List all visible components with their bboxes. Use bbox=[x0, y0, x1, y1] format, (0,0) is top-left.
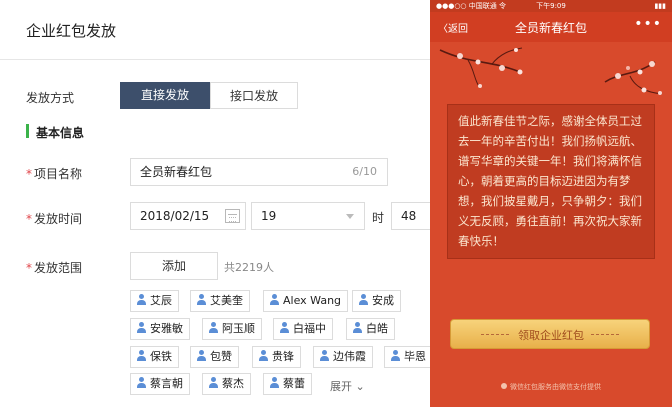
greeting-message: 值此新春佳节之际，感谢全体员工过去一年的辛苦付出！我们扬帆远航、谱写华章的关键一… bbox=[458, 114, 642, 248]
member-tag[interactable]: 蔡言朝 bbox=[130, 373, 190, 395]
date-value: 2018/02/15 bbox=[140, 209, 210, 223]
api-send-tab[interactable]: 接口发放 bbox=[210, 82, 298, 109]
blossom-decoration bbox=[439, 47, 663, 95]
page-title: 企业红包发放 bbox=[26, 22, 117, 40]
expand-link[interactable]: 展开 ⌄ bbox=[330, 378, 365, 394]
hour-select[interactable]: 19 bbox=[251, 202, 365, 230]
member-tag[interactable]: 安雅敏 bbox=[130, 318, 190, 340]
project-name-value: 全员新春红包 bbox=[140, 165, 213, 179]
member-tag[interactable]: 安成 bbox=[352, 290, 401, 312]
member-tag[interactable]: 包赞 bbox=[190, 346, 239, 368]
footer-note: 微信红包服务由微信支付提供 bbox=[430, 382, 672, 392]
member-tag[interactable]: 保铁 bbox=[130, 346, 179, 368]
member-count: 共2219人 bbox=[224, 261, 274, 274]
claim-label: 领取企业红包 bbox=[518, 329, 584, 342]
member-tag[interactable]: 艾美奎 bbox=[190, 290, 250, 312]
person-icon bbox=[259, 350, 268, 361]
status-time: 下午9:09 bbox=[536, 2, 566, 10]
person-icon bbox=[137, 322, 146, 333]
phone-preview: ●●●○○ 中国联通 令 下午9:09 ▮▮▮ 〈返回 全员新春红包 ••• 值… bbox=[430, 0, 672, 407]
char-counter: 6/10 bbox=[352, 165, 377, 178]
member-tag[interactable]: Alex Wang bbox=[263, 290, 349, 312]
calendar-icon[interactable] bbox=[225, 209, 240, 223]
person-icon bbox=[270, 377, 279, 388]
person-icon bbox=[197, 350, 206, 361]
add-member-button[interactable]: 添加 bbox=[130, 252, 218, 280]
person-icon bbox=[137, 350, 146, 361]
person-icon bbox=[320, 350, 329, 361]
send-method-label: 发放方式 bbox=[26, 91, 75, 105]
person-icon bbox=[137, 377, 146, 388]
battery-icon: ▮▮▮ bbox=[654, 2, 666, 10]
member-tag[interactable]: 白福中 bbox=[273, 318, 333, 340]
project-name-input[interactable]: 全员新春红包 6/10 bbox=[130, 158, 388, 186]
person-icon bbox=[197, 294, 206, 305]
member-tag[interactable]: 贵锋 bbox=[252, 346, 301, 368]
hour-value: 19 bbox=[261, 209, 277, 223]
member-tag[interactable]: 边伟霞 bbox=[313, 346, 373, 368]
person-icon bbox=[359, 294, 368, 305]
person-icon bbox=[209, 322, 218, 333]
person-icon bbox=[209, 377, 218, 388]
person-icon bbox=[270, 294, 279, 305]
person-icon bbox=[280, 322, 289, 333]
minute-value: 48 bbox=[401, 209, 417, 223]
date-picker[interactable]: 2018/02/15 bbox=[130, 202, 246, 230]
phone-nav-bar: 〈返回 全员新春红包 ••• bbox=[430, 12, 672, 42]
admin-header: 企业红包发放 bbox=[0, 0, 430, 60]
member-tag[interactable]: 阿玉顺 bbox=[202, 318, 262, 340]
chevron-down-icon bbox=[346, 214, 354, 219]
status-bar: ●●●○○ 中国联通 令 下午9:09 ▮▮▮ bbox=[430, 0, 672, 12]
person-icon bbox=[137, 294, 146, 305]
member-tag[interactable]: 蔡蕾 bbox=[263, 373, 312, 395]
minute-select[interactable]: 48 bbox=[391, 202, 431, 230]
divider bbox=[591, 334, 619, 335]
scope-label: * 发放范围 bbox=[26, 261, 83, 275]
hour-unit-label: 时 bbox=[372, 211, 385, 225]
claim-red-packet-button[interactable]: 领取企业红包 bbox=[450, 319, 650, 349]
send-time-label: * 发放时间 bbox=[26, 212, 83, 226]
admin-panel: 企业红包发放 发放方式 直接发放 接口发放 基本信息 * 项目名称 全员新春红包 … bbox=[0, 0, 433, 407]
person-icon bbox=[391, 350, 400, 361]
member-tag[interactable]: 白皓 bbox=[346, 318, 395, 340]
member-tag[interactable]: 毕恩 bbox=[384, 346, 433, 368]
section-accent-bar bbox=[26, 124, 29, 138]
chevron-down-icon: ⌄ bbox=[352, 380, 365, 393]
section-title: 基本信息 bbox=[36, 126, 85, 140]
wechat-pay-icon bbox=[501, 383, 507, 389]
project-name-label: * 项目名称 bbox=[26, 167, 83, 181]
person-icon bbox=[353, 322, 362, 333]
more-icon[interactable]: ••• bbox=[634, 16, 662, 32]
member-tag[interactable]: 艾辰 bbox=[130, 290, 179, 312]
member-tag[interactable]: 蔡杰 bbox=[202, 373, 251, 395]
direct-send-tab[interactable]: 直接发放 bbox=[120, 82, 210, 109]
greeting-card: 值此新春佳节之际，感谢全体员工过去一年的辛苦付出！我们扬帆远航、谱写华章的关键一… bbox=[447, 104, 655, 259]
